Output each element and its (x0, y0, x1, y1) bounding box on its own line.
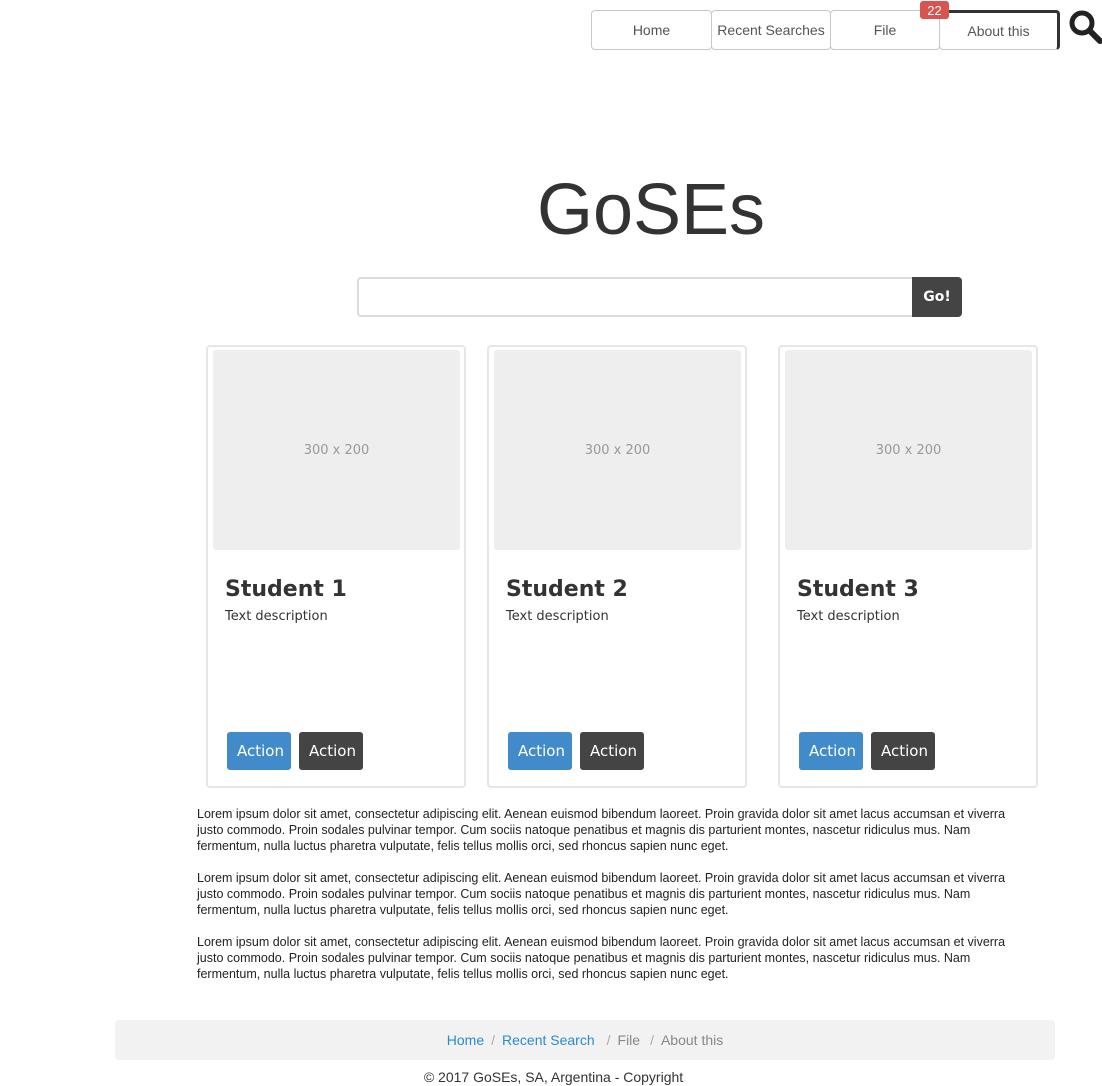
card-actions: Action Action (799, 732, 935, 770)
breadcrumb-home[interactable]: Home (447, 1032, 484, 1048)
paragraph: Lorem ipsum dolor sit amet, consectetur … (197, 935, 1006, 981)
card-actions: Action Action (508, 732, 644, 770)
notification-badge: 22 (920, 1, 949, 19)
nav-about[interactable]: About this (939, 10, 1060, 50)
action-primary-button[interactable]: Action (799, 732, 863, 770)
action-primary-button[interactable]: Action (508, 732, 572, 770)
card-description: Text description (225, 609, 328, 624)
paragraph: Lorem ipsum dolor sit amet, consectetur … (197, 807, 1006, 853)
nav-about-label: About this (967, 23, 1030, 39)
search-bar: Go! (357, 277, 962, 317)
nav-recent-searches[interactable]: Recent Searches (711, 10, 831, 50)
search-input[interactable] (357, 277, 912, 317)
action-primary-button[interactable]: Action (227, 732, 291, 770)
action-secondary-button[interactable]: Action (299, 732, 363, 770)
content-text: Lorem ipsum dolor sit amet, consectetur … (197, 806, 1027, 998)
breadcrumb-file: File (617, 1032, 641, 1048)
card-title: Student 3 (797, 577, 919, 602)
student-card: 300 x 200 Student 2 Text description Act… (487, 345, 747, 788)
copyright-text: © 2017 GoSEs, SA, Argentina - Copyright (423, 1069, 684, 1085)
breadcrumb-about: About this (660, 1032, 724, 1048)
card-title: Student 1 (225, 577, 347, 602)
breadcrumb: Home / Recent Search / File / About this (115, 1020, 1055, 1060)
nav-recent-searches-label: Recent Searches (717, 22, 825, 38)
card-title: Student 2 (506, 577, 628, 602)
breadcrumb-separator: / (606, 1032, 611, 1048)
card-actions: Action Action (227, 732, 363, 770)
nav-home-label: Home (632, 22, 671, 38)
brand-title: GoSEs (536, 170, 766, 250)
card-description: Text description (797, 609, 900, 624)
thumbnail-placeholder: 300 x 200 (213, 350, 460, 550)
student-card: 300 x 200 Student 3 Text description Act… (778, 345, 1038, 788)
search-icon[interactable] (1068, 9, 1102, 45)
breadcrumb-separator: / (491, 1032, 496, 1048)
thumbnail-placeholder: 300 x 200 (785, 350, 1032, 550)
breadcrumb-recent-search[interactable]: Recent Search (502, 1032, 595, 1048)
action-secondary-button[interactable]: Action (580, 732, 644, 770)
nav-home[interactable]: Home (591, 10, 712, 50)
card-description: Text description (506, 609, 609, 624)
nav-file-label: File (873, 22, 897, 38)
breadcrumb-separator: / (650, 1032, 654, 1048)
student-card: 300 x 200 Student 1 Text description Act… (206, 345, 466, 788)
go-button[interactable]: Go! (912, 277, 962, 317)
action-secondary-button[interactable]: Action (871, 732, 935, 770)
thumbnail-placeholder: 300 x 200 (494, 350, 741, 550)
paragraph: Lorem ipsum dolor sit amet, consectetur … (197, 871, 1006, 917)
